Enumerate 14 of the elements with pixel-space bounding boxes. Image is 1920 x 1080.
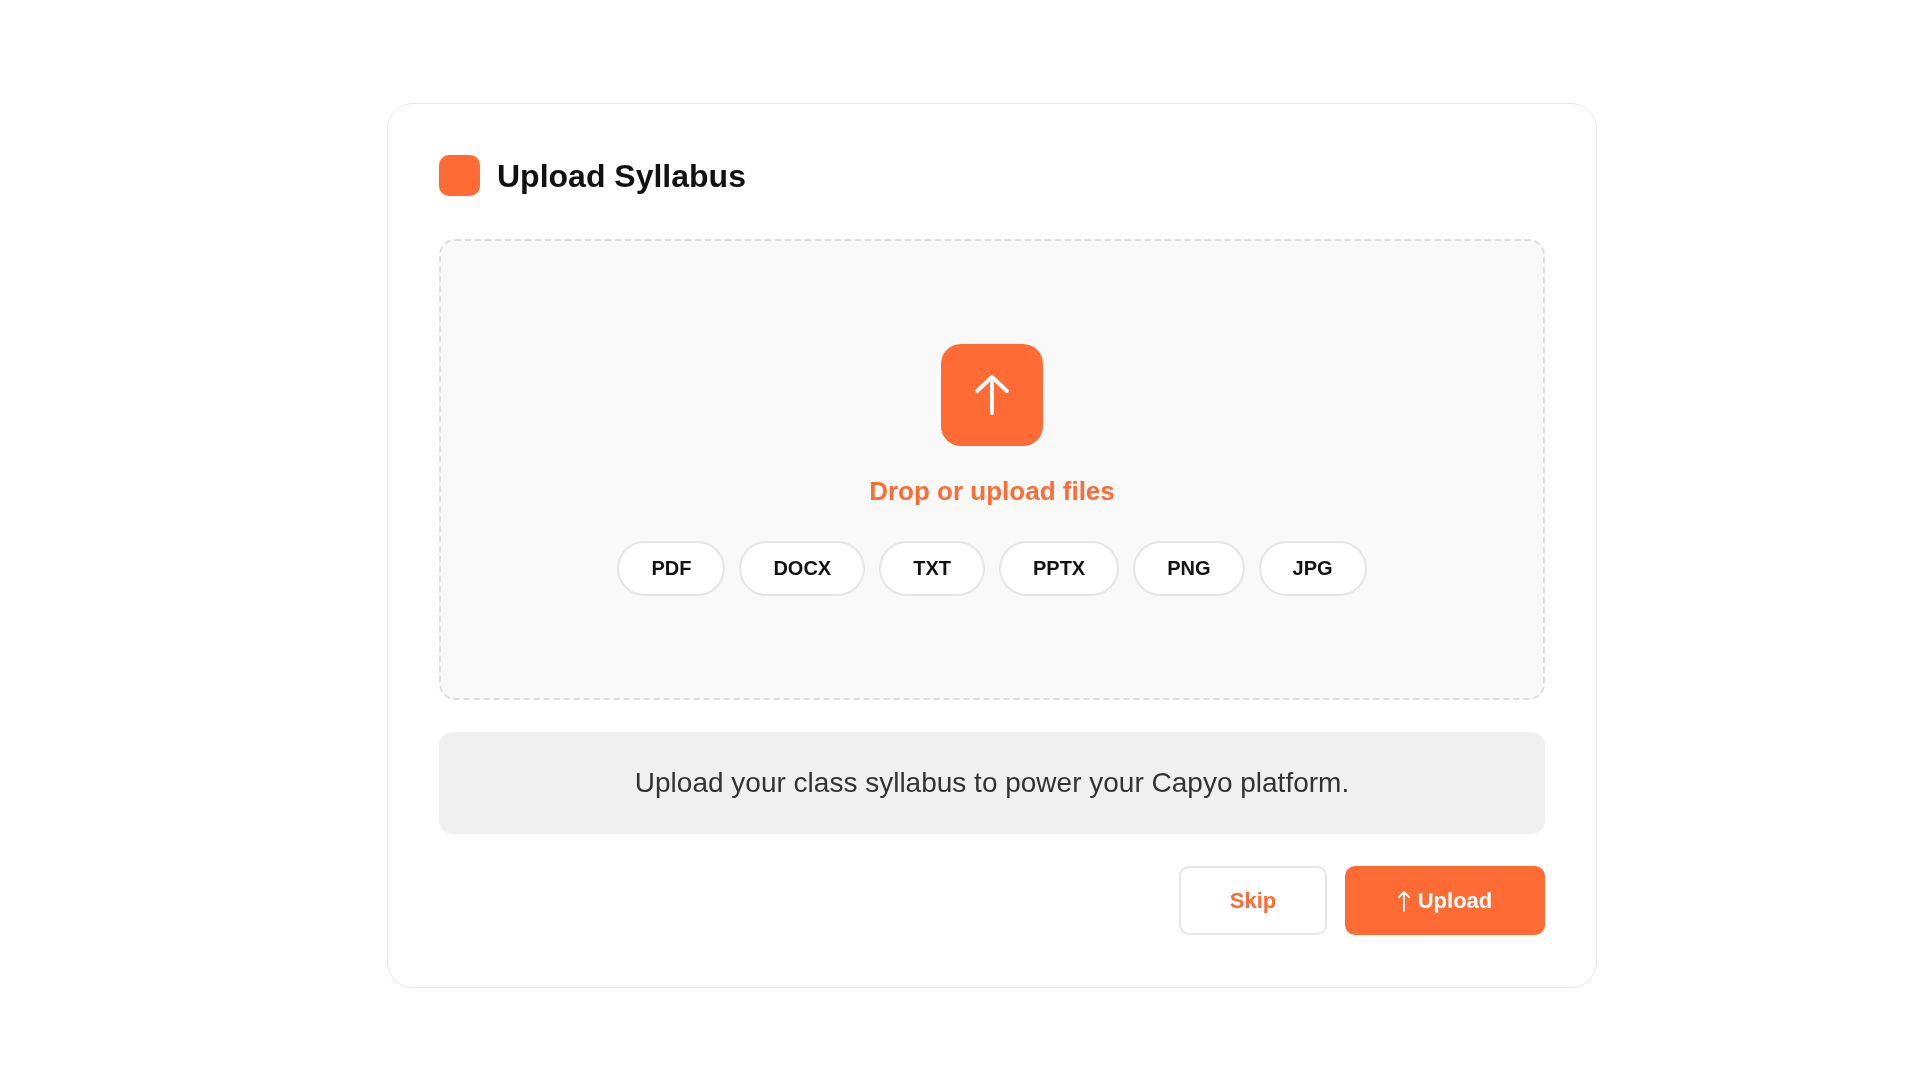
drop-prompt: Drop or upload files bbox=[869, 474, 1115, 507]
file-type-tag: PNG bbox=[1133, 540, 1245, 596]
file-type-tag: TXT bbox=[879, 540, 985, 596]
file-type-tag: PDF bbox=[617, 540, 726, 596]
file-type-tag: JPG bbox=[1258, 540, 1367, 596]
info-text: Upload your class syllabus to power your Capyo platform. bbox=[634, 766, 1350, 800]
drop-zone[interactable]: Drop or upload files PDF DOCX TXT PPTX PNG JPG bbox=[439, 239, 1545, 700]
card-title: Upload Syllabus bbox=[497, 159, 746, 192]
skip-button[interactable]: Skip bbox=[1179, 866, 1327, 935]
file-type-tag: DOCX bbox=[739, 540, 866, 596]
file-type-tag: PPTX bbox=[998, 540, 1120, 596]
logo-square-icon bbox=[439, 155, 480, 196]
upload-button[interactable]: Upload bbox=[1345, 866, 1545, 935]
arrow-up-icon bbox=[1397, 889, 1410, 912]
